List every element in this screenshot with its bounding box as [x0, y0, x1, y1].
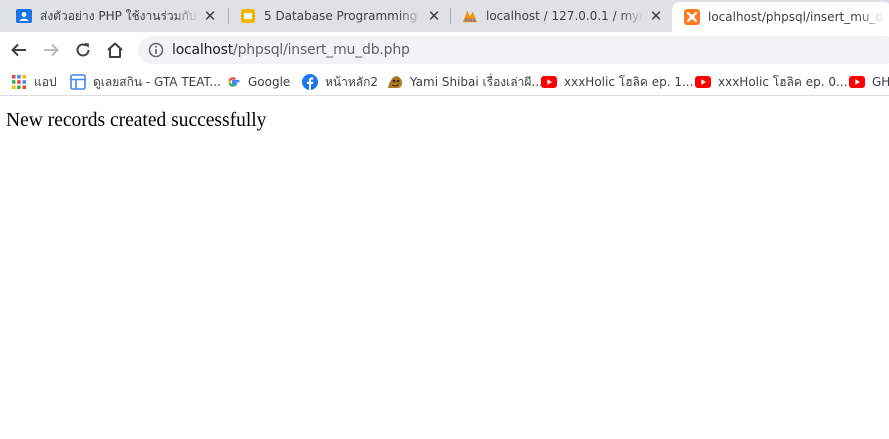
tab-title: localhost/phpsql/insert_mu_db.php	[708, 10, 884, 24]
bookmark-yami-shibai[interactable]: Yami Shibai เรื่องเล่าผี...	[387, 73, 543, 91]
facebook-icon	[302, 74, 318, 90]
youtube-icon	[541, 74, 557, 90]
tab-database-programming[interactable]: 5 Database Programming (PHP ✕	[228, 0, 450, 32]
youtube-icon	[695, 74, 711, 90]
tab-php-mysql-example[interactable]: ส่งตัวอย่าง PHP ใช้งานร่วมกับ MySQL ✕	[4, 0, 226, 32]
classroom-person-icon	[16, 8, 32, 24]
bookmark-gh[interactable]: GH	[849, 73, 889, 91]
info-icon	[148, 42, 164, 58]
bookmark-label: แอป	[34, 74, 57, 89]
home-button[interactable]	[100, 35, 130, 65]
yami-shibai-icon	[387, 74, 403, 90]
arrow-right-icon	[44, 43, 59, 57]
forward-button[interactable]	[36, 35, 66, 65]
bookmark-xxxholic-1[interactable]: xxxHolic โฮลิค ep. 1...	[541, 73, 693, 91]
tab-title: 5 Database Programming (PHP	[264, 9, 422, 23]
apps-grid-icon	[11, 74, 27, 90]
reload-icon	[76, 43, 90, 57]
bookmark-facebook-home[interactable]: หน้าหลัก2	[302, 73, 378, 91]
success-message: New records created successfully	[6, 110, 267, 131]
back-button[interactable]	[4, 35, 34, 65]
bookmark-label: Google	[248, 75, 291, 89]
bookmark-label: ดูเลยสกิน - GTA TEAT...	[93, 74, 221, 89]
tab-insert-mu-db[interactable]: localhost/phpsql/insert_mu_db.php	[672, 2, 889, 32]
browser-toolbar: localhost/phpsql/insert_mu_db.php	[0, 32, 889, 68]
bookmark-label: Yami Shibai เรื่องเล่าผี...	[410, 74, 543, 89]
address-bar[interactable]: localhost/phpsql/insert_mu_db.php	[138, 36, 889, 64]
tab-title: localhost / 127.0.0.1 / mynewdb	[486, 9, 644, 23]
phpmyadmin-icon: PMA	[462, 8, 478, 24]
home-icon	[107, 42, 123, 58]
tab-phpmyadmin[interactable]: PMA localhost / 127.0.0.1 / mynewdb ✕	[450, 0, 672, 32]
bookmarks-bar: แอป ดูเลยสกิน - GTA TEAT... Google หน้าห…	[0, 68, 889, 96]
youtube-icon	[849, 74, 865, 90]
svg-text:PMA: PMA	[465, 18, 477, 24]
page-content: New records created successfully	[0, 100, 889, 439]
bookmark-label: xxxHolic โฮลิค ep. 1...	[564, 74, 694, 89]
arrow-left-icon	[11, 43, 26, 57]
bookmark-label: xxxHolic โฮลิค ep. 0...	[718, 74, 848, 89]
sites-icon	[70, 74, 86, 90]
slides-icon	[240, 8, 256, 24]
xampp-icon	[684, 9, 700, 25]
bookmark-xxxholic-0[interactable]: xxxHolic โฮลิค ep. 0...	[695, 73, 847, 91]
tab-title: ส่งตัวอย่าง PHP ใช้งานร่วมกับ MySQL	[40, 8, 198, 23]
close-icon[interactable]: ✕	[202, 8, 218, 24]
bookmark-apps[interactable]: แอป	[11, 73, 57, 91]
url-text: localhost/phpsql/insert_mu_db.php	[172, 42, 410, 58]
url-path: /phpsql/insert_mu_db.php	[233, 42, 410, 58]
tab-strip: ส่งตัวอย่าง PHP ใช้งานร่วมกับ MySQL ✕ 5 …	[0, 0, 889, 32]
reload-button[interactable]	[68, 35, 98, 65]
url-host: localhost	[172, 42, 234, 58]
bookmark-label: หน้าหลัก2	[325, 74, 379, 89]
bookmark-gta-teat[interactable]: ดูเลยสกิน - GTA TEAT...	[70, 73, 221, 91]
bookmark-google[interactable]: Google	[225, 73, 290, 91]
bookmark-label: GH	[872, 75, 889, 89]
google-icon	[225, 74, 241, 90]
close-icon[interactable]: ✕	[426, 8, 442, 24]
close-icon[interactable]: ✕	[648, 8, 664, 24]
